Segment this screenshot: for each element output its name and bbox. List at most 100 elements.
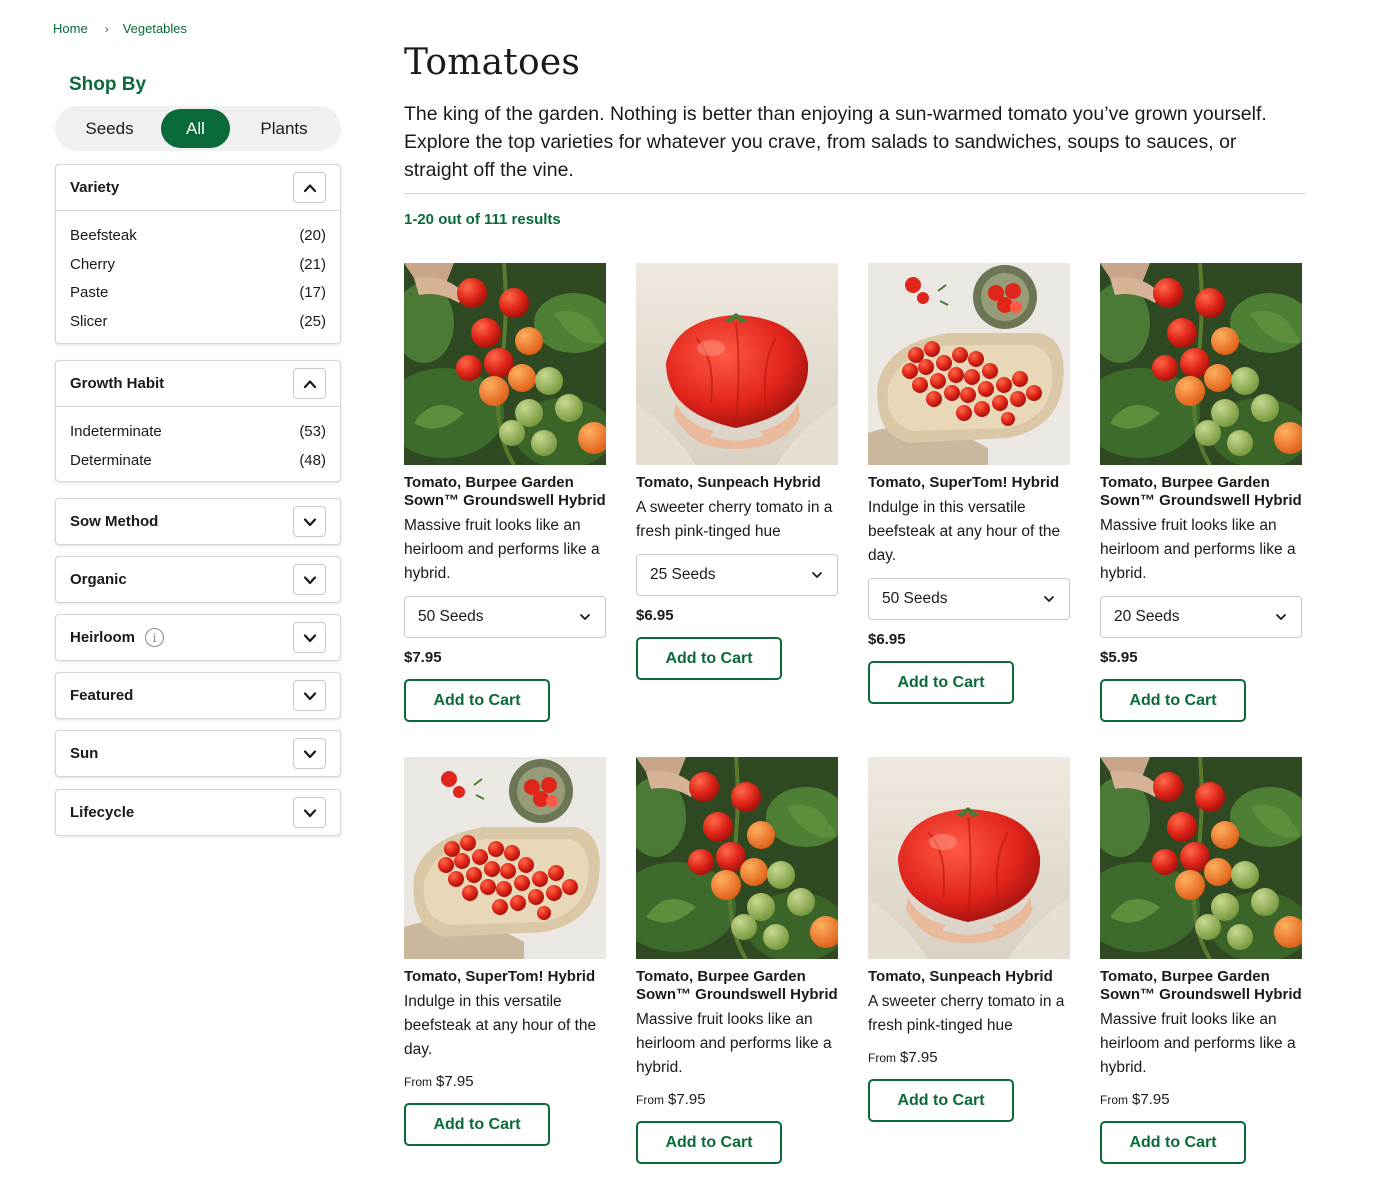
facet-heirloom-expand-button[interactable] [293,622,326,653]
facet-sow-method: Sow Method [55,498,341,545]
product-name[interactable]: Tomato, Sunpeach Hybrid [636,474,838,492]
chevron-up-icon [303,379,316,388]
add-to-cart-button[interactable]: Add to Cart [868,661,1014,704]
facet-sun-expand-button[interactable] [293,738,326,769]
facet-featured-header[interactable]: Featured [56,673,340,718]
facet-option-label: Cherry [70,255,116,273]
facet-sun: Sun [55,730,341,777]
facet-sow-method-header[interactable]: Sow Method [56,499,340,544]
facet-option-count: (25) [299,313,326,331]
product-name[interactable]: Tomato, Burpee Garden Sown™ Groundswell … [1100,968,1302,1004]
product-price: From $7.95 [636,1090,838,1110]
product-name[interactable]: Tomato, Sunpeach Hybrid [868,968,1070,986]
add-to-cart-button[interactable]: Add to Cart [636,1121,782,1164]
shop-by-all-option[interactable]: All [161,109,230,148]
seed-quantity-value: 50 Seeds [882,590,948,607]
seed-quantity-select[interactable]: 50 Seeds [868,578,1070,620]
product-card: Tomato, Burpee Garden Sown™ Groundswell … [1100,757,1302,1164]
add-to-cart-button[interactable]: Add to Cart [404,1103,550,1146]
shop-by-toggle: Seeds All Plants [55,106,341,151]
facet-featured-expand-button[interactable] [293,680,326,711]
product-image[interactable] [404,757,606,959]
chevron-down-icon [303,749,316,758]
product-image[interactable] [868,757,1070,959]
chevron-down-icon [303,691,316,700]
facet-organic-expand-button[interactable] [293,564,326,595]
product-name[interactable]: Tomato, Burpee Garden Sown™ Groundswell … [636,968,838,1004]
product-price: From $7.95 [1100,1090,1302,1110]
facet-lifecycle-label: Lifecycle [70,804,135,821]
facet-sow-method-expand-button[interactable] [293,506,326,537]
add-to-cart-button[interactable]: Add to Cart [636,637,782,680]
facet-variety-header[interactable]: Variety [56,165,340,210]
product-description: A sweeter cherry tomato in a fresh pink-… [636,499,833,540]
product-image[interactable] [868,263,1070,465]
facet-option-indeterminate[interactable]: Indeterminate (53) [70,418,326,447]
facet-option-label: Determinate [70,451,152,469]
cherry-tomatoes-board-photo [868,263,1070,465]
product-image[interactable] [1100,263,1302,465]
facet-option-cherry[interactable]: Cherry (21) [70,251,326,280]
product-card: Tomato, Burpee Garden Sown™ Groundswell … [404,263,606,722]
facet-variety-collapse-button[interactable] [293,172,326,203]
product-card: Tomato, Sunpeach Hybrid A sweeter cherry… [868,757,1070,1122]
product-price: $5.95 [1100,649,1138,666]
divider [404,193,1306,194]
product-name[interactable]: Tomato, Burpee Garden Sown™ Groundswell … [404,474,606,510]
seed-quantity-select[interactable]: 50 Seeds [404,596,606,638]
facet-heirloom-label: Heirloom [70,629,136,646]
add-to-cart-button[interactable]: Add to Cart [868,1079,1014,1122]
shop-by-title: Shop By [69,74,147,95]
facet-option-slicer[interactable]: Slicer (25) [70,308,326,337]
facet-option-paste[interactable]: Paste (17) [70,279,326,308]
price-value: $7.95 [668,1091,706,1108]
seed-quantity-select[interactable]: 20 Seeds [1100,596,1302,638]
facet-variety: Variety Beefsteak (20) Cherry (21) Paste (1… [55,164,341,344]
facet-sow-method-label: Sow Method [70,513,159,530]
product-description: Massive fruit looks like an heirloom and… [636,1011,832,1076]
shop-by-seeds-option[interactable]: Seeds [58,109,161,148]
product-price: $6.95 [636,607,674,624]
seed-quantity-value: 50 Seeds [418,608,484,625]
facet-option-determinate[interactable]: Determinate (48) [70,447,326,476]
facet-option-label: Beefsteak [70,227,137,244]
seed-quantity-select[interactable]: 25 Seeds [636,554,838,596]
category-description: The king of the garden. Nothing is bette… [404,103,1267,181]
facet-growth-habit-header[interactable]: Growth Habit [56,361,340,406]
facet-option-beefsteak[interactable]: Beefsteak (20) [70,222,326,251]
product-image[interactable] [1100,757,1302,959]
facet-organic-header[interactable]: Organic [56,557,340,602]
product-name[interactable]: Tomato, Burpee Garden Sown™ Groundswell … [1100,474,1302,510]
product-description: Massive fruit looks like an heirloom and… [404,517,600,582]
add-to-cart-button[interactable]: Add to Cart [1100,679,1246,722]
facet-organic-label: Organic [70,571,127,588]
filter-sidebar: Shop By Seeds All Plants Variety Beefste… [55,72,341,836]
add-to-cart-button[interactable]: Add to Cart [1100,1121,1246,1164]
held-tomato-photo [868,757,1070,959]
facet-lifecycle-header[interactable]: Lifecycle [56,790,340,835]
facet-option-count: (20) [299,227,326,244]
product-description: A sweeter cherry tomato in a fresh pink-… [868,993,1065,1034]
product-name[interactable]: Tomato, SuperTom! Hybrid [868,474,1070,492]
info-icon[interactable]: i [145,628,165,647]
facet-lifecycle: Lifecycle [55,789,341,836]
facet-lifecycle-expand-button[interactable] [293,797,326,828]
breadcrumb-home-link[interactable]: Home [53,21,88,36]
product-name[interactable]: Tomato, SuperTom! Hybrid [404,968,606,986]
product-description: Indulge in this versatile beefsteak at a… [404,993,597,1058]
facet-option-count: (17) [299,284,326,302]
facet-growth-habit-collapse-button[interactable] [293,368,326,399]
product-description: Indulge in this versatile beefsteak at a… [868,499,1061,564]
facet-sun-header[interactable]: Sun [56,731,340,776]
facet-heirloom-header[interactable]: Heirloom i [56,615,340,660]
facet-option-label: Slicer [70,313,108,331]
product-description: Massive fruit looks like an heirloom and… [1100,1011,1296,1076]
breadcrumb-vegetables-link[interactable]: Vegetables [123,21,187,36]
add-to-cart-button[interactable]: Add to Cart [404,679,550,722]
facet-option-count: (48) [299,451,326,469]
product-image[interactable] [636,757,838,959]
product-image[interactable] [636,263,838,465]
product-image[interactable] [404,263,606,465]
shop-by-plants-option[interactable]: Plants [230,109,338,148]
chevron-down-icon [303,808,316,817]
